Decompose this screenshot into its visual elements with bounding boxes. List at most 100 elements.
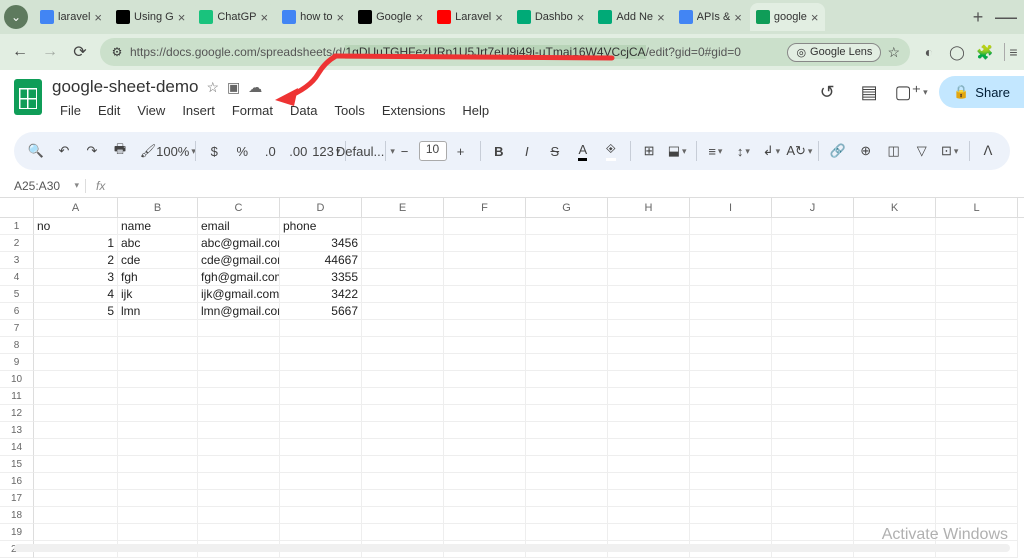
cell[interactable]: 3456: [280, 235, 362, 252]
cell[interactable]: [772, 507, 854, 524]
fill-color-button[interactable]: 🞚: [599, 138, 623, 164]
print-button[interactable]: 🖶: [108, 138, 132, 164]
browser-tab[interactable]: Laravel×: [431, 3, 509, 31]
row-header[interactable]: 17: [0, 490, 34, 507]
cell[interactable]: lmn: [118, 303, 198, 320]
column-header[interactable]: G: [526, 198, 608, 217]
menu-file[interactable]: File: [52, 100, 89, 121]
cell[interactable]: [690, 388, 772, 405]
column-header[interactable]: I: [690, 198, 772, 217]
cell[interactable]: [34, 507, 118, 524]
cell[interactable]: [772, 439, 854, 456]
cell[interactable]: [608, 524, 690, 541]
cell[interactable]: [280, 371, 362, 388]
cell[interactable]: [280, 405, 362, 422]
cell[interactable]: [118, 422, 198, 439]
close-tab-icon[interactable]: ×: [734, 10, 742, 25]
increase-font-button[interactable]: +: [449, 138, 473, 164]
browser-tab[interactable]: ChatGP×: [193, 3, 274, 31]
cell[interactable]: [362, 354, 444, 371]
cell[interactable]: [772, 218, 854, 235]
cell[interactable]: 3355: [280, 269, 362, 286]
cell[interactable]: [936, 473, 1018, 490]
font-family-select[interactable]: Defaul...: [353, 138, 379, 164]
row-header[interactable]: 3: [0, 252, 34, 269]
cell[interactable]: [362, 218, 444, 235]
toolbar-expand-button[interactable]: ᐱ: [976, 138, 1000, 164]
close-tab-icon[interactable]: ×: [94, 10, 102, 25]
extensions-puzzle-icon[interactable]: 🧩: [976, 43, 994, 61]
cell[interactable]: [362, 422, 444, 439]
cell[interactable]: [936, 388, 1018, 405]
cell[interactable]: [118, 524, 198, 541]
cell[interactable]: [936, 490, 1018, 507]
cell[interactable]: 1: [34, 235, 118, 252]
cell[interactable]: [526, 235, 608, 252]
cell[interactable]: [198, 388, 280, 405]
cell[interactable]: [772, 235, 854, 252]
cell[interactable]: [854, 235, 936, 252]
row-header[interactable]: 16: [0, 473, 34, 490]
undo-button[interactable]: ↶: [52, 138, 76, 164]
address-bar[interactable]: ⚙ https://docs.google.com/spreadsheets/d…: [100, 38, 910, 66]
cell[interactable]: [690, 371, 772, 388]
cell[interactable]: [444, 405, 526, 422]
cell[interactable]: fgh: [118, 269, 198, 286]
cell[interactable]: [608, 473, 690, 490]
cell[interactable]: [854, 303, 936, 320]
row-header[interactable]: 4: [0, 269, 34, 286]
font-size-input[interactable]: 10: [419, 141, 447, 161]
cell[interactable]: [936, 303, 1018, 320]
row-header[interactable]: 2: [0, 235, 34, 252]
cell[interactable]: email: [198, 218, 280, 235]
cell[interactable]: [444, 439, 526, 456]
cell[interactable]: [854, 388, 936, 405]
insert-chart-button[interactable]: ◫: [882, 138, 906, 164]
cell[interactable]: [526, 524, 608, 541]
share-button[interactable]: 🔒Share: [939, 76, 1024, 108]
cell[interactable]: [772, 337, 854, 354]
column-header[interactable]: H: [608, 198, 690, 217]
row-header[interactable]: 15: [0, 456, 34, 473]
cell[interactable]: [936, 371, 1018, 388]
cell[interactable]: [772, 252, 854, 269]
insert-comment-button[interactable]: ⊕: [854, 138, 878, 164]
cell[interactable]: [444, 524, 526, 541]
cell[interactable]: lmn@gmail.com: [198, 303, 280, 320]
cell[interactable]: [772, 371, 854, 388]
more-menu-icon[interactable]: ≡: [1004, 43, 1014, 61]
cell[interactable]: [772, 303, 854, 320]
cell[interactable]: [526, 337, 608, 354]
cell[interactable]: 44667: [280, 252, 362, 269]
row-header[interactable]: 8: [0, 337, 34, 354]
cell[interactable]: [690, 303, 772, 320]
cell[interactable]: [280, 320, 362, 337]
bold-button[interactable]: B: [487, 138, 511, 164]
zoom-select[interactable]: 100%: [164, 138, 188, 164]
extension-icon[interactable]: ◐: [920, 43, 938, 61]
cell[interactable]: [34, 422, 118, 439]
cell[interactable]: [34, 320, 118, 337]
menu-view[interactable]: View: [129, 100, 173, 121]
cell[interactable]: [198, 490, 280, 507]
cell[interactable]: [280, 507, 362, 524]
menu-format[interactable]: Format: [224, 100, 281, 121]
cell[interactable]: [198, 524, 280, 541]
browser-tab[interactable]: how to×: [276, 3, 350, 31]
cell[interactable]: 5667: [280, 303, 362, 320]
cell[interactable]: [690, 524, 772, 541]
cell[interactable]: [362, 320, 444, 337]
cell[interactable]: [198, 439, 280, 456]
cell[interactable]: [690, 235, 772, 252]
column-header[interactable]: C: [198, 198, 280, 217]
browser-tab[interactable]: laravel×: [34, 3, 108, 31]
cell[interactable]: [936, 405, 1018, 422]
bookmark-star-icon[interactable]: ☆: [887, 44, 900, 61]
cloud-status-icon[interactable]: ☁: [248, 79, 262, 96]
cell[interactable]: [772, 405, 854, 422]
currency-button[interactable]: $: [202, 138, 226, 164]
cell[interactable]: [526, 286, 608, 303]
cell[interactable]: [444, 507, 526, 524]
select-all-corner[interactable]: [0, 198, 34, 217]
column-header[interactable]: A: [34, 198, 118, 217]
